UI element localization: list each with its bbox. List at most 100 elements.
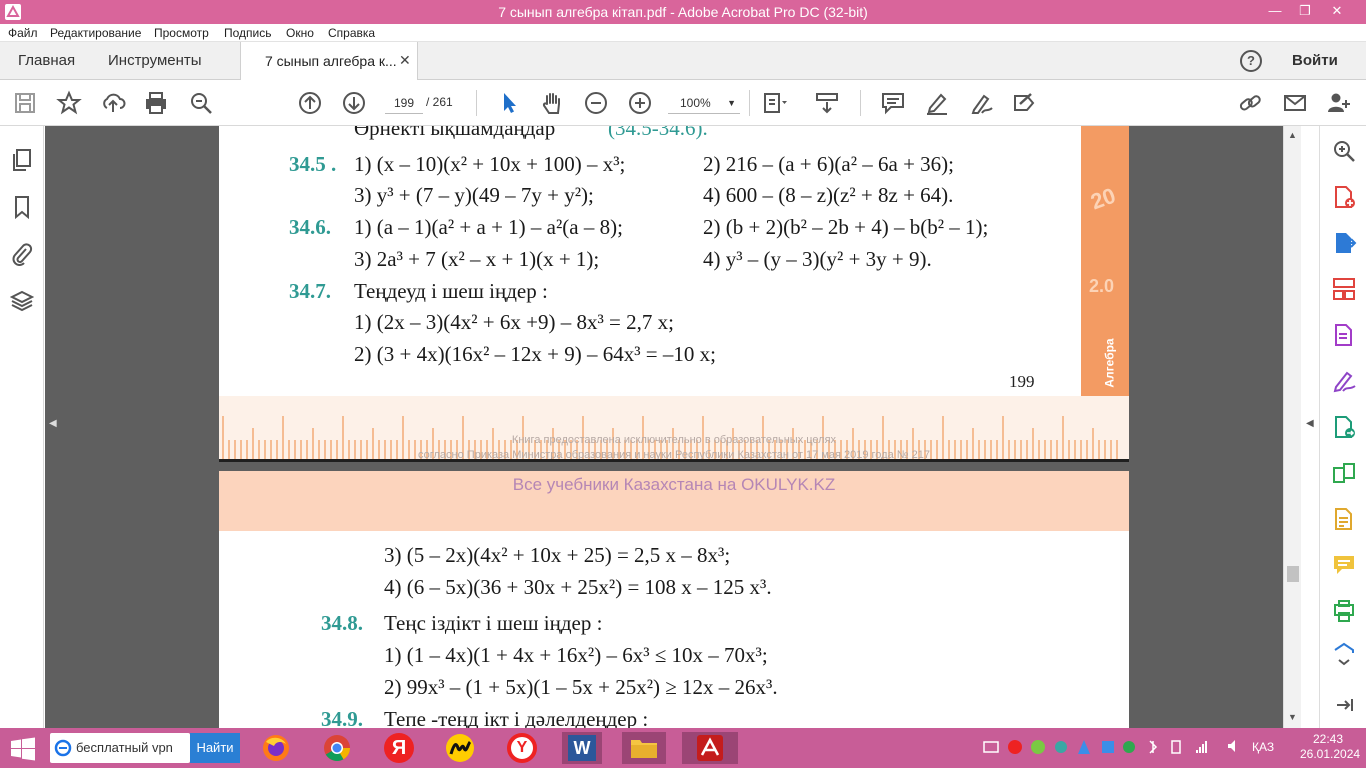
help-icon[interactable]: ? [1240, 50, 1262, 72]
tab-bar: Главная Инструменты 7 сынып алгебра к...… [0, 42, 1366, 81]
exercise-number: 34.6. [289, 215, 331, 239]
chrome-icon[interactable] [317, 732, 357, 764]
create-pdf-icon[interactable] [1331, 184, 1357, 210]
layers-icon[interactable] [9, 289, 35, 313]
collapse-tools-pane-icon[interactable] [1331, 692, 1357, 718]
volume-icon[interactable] [1226, 738, 1242, 757]
scroll-thumb[interactable] [1287, 566, 1299, 582]
crop-pages-icon[interactable] [762, 90, 788, 116]
organize-pages-icon[interactable] [1331, 276, 1357, 302]
print-production-icon[interactable] [1331, 598, 1357, 624]
document-view[interactable]: ◀ Өрнекті ықшамдаңдар (34.5-34.6). 34.5 … [45, 126, 1283, 728]
zoom-search-icon[interactable] [188, 90, 214, 116]
bookmarks-icon[interactable] [10, 195, 34, 220]
page-thumbnails-icon[interactable] [10, 148, 34, 172]
tab-document[interactable]: 7 сынып алгебра к... ✕ [240, 42, 418, 81]
zoom-in-icon[interactable] [627, 90, 653, 116]
toolbar-divider [749, 90, 750, 116]
page-number-input[interactable]: 199 [385, 92, 423, 114]
scroll-down-arrow-icon[interactable]: ▼ [1288, 712, 1297, 722]
scan-ocr-icon[interactable] [1331, 506, 1357, 532]
select-cursor-icon[interactable] [496, 90, 522, 116]
page-up-icon[interactable] [297, 90, 323, 116]
exercise-line: 1) (x – 10)(x² + 10x + 100) – x³; [354, 152, 626, 176]
send-for-review-icon[interactable] [1331, 414, 1357, 440]
zoom-tool-icon[interactable] [1331, 138, 1357, 164]
title-bar: 7 сынып алгебра кітап.pdf - Adobe Acroba… [0, 0, 1366, 24]
comment-tool-icon[interactable] [1331, 552, 1357, 578]
tab-home[interactable]: Главная [18, 42, 75, 80]
taskbar-search-input[interactable]: бесплатный vpn [50, 733, 190, 763]
signin-button[interactable]: Войти [1292, 52, 1338, 69]
compare-files-icon[interactable] [1331, 460, 1357, 486]
more-tools-icon[interactable] [1331, 640, 1357, 666]
tab-tools[interactable]: Инструменты [108, 42, 202, 80]
acrobat-icon[interactable] [682, 732, 738, 764]
share-link-icon[interactable] [1237, 90, 1263, 116]
scroll-mode-icon[interactable] [814, 90, 840, 116]
yandex-browser-icon[interactable]: Y [502, 732, 542, 764]
restore-button[interactable]: ❐ [1290, 0, 1320, 24]
vertical-scrollbar[interactable]: ▲ ▼ [1283, 126, 1301, 728]
edit-pdf-icon[interactable] [1331, 322, 1357, 348]
exercise-line: 2) 216 – (a + 6)(a² – 6a + 36); [703, 152, 954, 176]
yandex-music-icon[interactable] [440, 732, 480, 764]
menu-edit[interactable]: Редактирование [50, 26, 141, 40]
okulyk-banner: Все учебники Казахстана на OKULYK.KZ [219, 471, 1129, 531]
attachments-icon[interactable] [10, 242, 34, 266]
scroll-up-arrow-icon[interactable]: ▲ [1288, 130, 1297, 140]
page-down-icon[interactable] [341, 90, 367, 116]
menu-view[interactable]: Просмотр [154, 26, 209, 40]
print-icon[interactable] [143, 90, 169, 116]
expand-tools-pane-icon[interactable]: ◀ [1306, 418, 1314, 429]
collapse-left-pane-icon[interactable]: ◀ [49, 418, 57, 429]
windows-start-icon[interactable] [10, 737, 36, 761]
upload-icon[interactable] [100, 90, 126, 116]
exercise-line: 4) y³ – (y – 3)(y² + 3y + 9). [703, 247, 932, 271]
menu-window[interactable]: Окно [286, 26, 314, 40]
file-explorer-icon[interactable] [622, 732, 666, 764]
fill-sign-icon[interactable] [1331, 368, 1357, 394]
highlight-icon[interactable] [924, 90, 950, 116]
sign-icon[interactable] [968, 90, 994, 116]
menu-bar: Файл Редактирование Просмотр Подпись Окн… [0, 24, 1366, 42]
exercise-line: 1) (a – 1)(a² + a + 1) – a²(a – 8); [354, 215, 623, 239]
add-user-icon[interactable] [1326, 90, 1352, 116]
page-number: 199 [1009, 372, 1035, 391]
zoom-select[interactable]: 100% ▼ [668, 92, 740, 114]
exercise-number: 34.9. [321, 707, 363, 728]
email-icon[interactable] [1282, 90, 1308, 116]
menu-help[interactable]: Справка [328, 26, 375, 40]
exercise-number: 34.7. [289, 279, 331, 303]
export-pdf-icon[interactable] [1331, 230, 1357, 256]
yandex-letter: Я [384, 733, 414, 763]
comment-icon[interactable] [880, 90, 906, 116]
ruler-decoration: Книга предоставлена исключительно в обра… [219, 396, 1129, 462]
exercise-number: 34.5 . [289, 152, 337, 176]
exercise-line: 3) y³ + (7 – y)(49 – 7y + y²); [354, 183, 594, 207]
language-indicator[interactable]: ҚАЗ [1252, 740, 1274, 754]
word-letter: W [568, 735, 596, 761]
hand-icon[interactable] [539, 90, 565, 116]
menu-sign[interactable]: Подпись [224, 26, 272, 40]
firefox-icon[interactable] [256, 732, 296, 764]
search-button[interactable]: Найти [190, 733, 240, 763]
close-tab-icon[interactable]: ✕ [399, 52, 411, 69]
yandex-icon[interactable]: Я [379, 732, 419, 764]
save-icon[interactable] [12, 90, 38, 116]
tools-pane-gap: ◀ [1301, 126, 1319, 728]
tray-icons[interactable] [982, 738, 1222, 759]
watermark-line: Книга предоставлена исключительно в обра… [511, 434, 837, 446]
exercise-line: 1) (1 – 4x)(1 + 4x + 16x²) – 6x³ ≤ 10x –… [384, 643, 768, 667]
redact-icon[interactable] [1011, 90, 1037, 116]
chevron-down-icon: ▼ [727, 98, 736, 108]
close-window-button[interactable]: ✕ [1322, 0, 1352, 24]
zoom-out-icon[interactable] [583, 90, 609, 116]
word-icon[interactable]: W [562, 732, 602, 764]
minimize-button[interactable]: — [1260, 0, 1290, 24]
system-clock[interactable]: 22:43 26.01.2024 [1300, 732, 1360, 762]
exercise-title: Теңс іздікт і шеш іңдер : [384, 611, 603, 635]
clock-time: 22:43 [1312, 732, 1344, 746]
menu-file[interactable]: Файл [8, 26, 38, 40]
bookmark-star-icon[interactable] [56, 90, 82, 116]
